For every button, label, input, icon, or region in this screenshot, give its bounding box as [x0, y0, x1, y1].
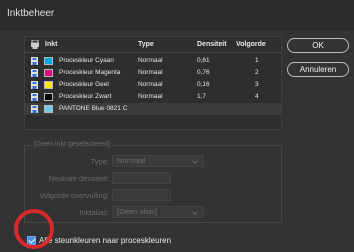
ok-button[interactable]: OK — [287, 38, 349, 53]
ink-row[interactable]: Proceskleur Cyaan Normaal 0,61 1 — [25, 55, 281, 67]
density-label: Neutrale densiteit: — [48, 174, 109, 183]
type-label: Type: — [90, 157, 109, 166]
column-ink[interactable]: Inkt — [45, 41, 57, 48]
window-title: Inktbeheer — [7, 8, 55, 19]
highlight-circle — [14, 209, 54, 249]
type-value: Normaal — [117, 156, 146, 165]
column-density[interactable]: Densiteit — [197, 41, 227, 48]
printer-icon[interactable] — [31, 93, 38, 101]
ink-type: Normaal — [138, 93, 163, 100]
printer-icon[interactable] — [31, 81, 38, 89]
printer-icon[interactable] — [31, 57, 38, 65]
trap-order-field[interactable] — [112, 189, 171, 201]
ink-order: 2 — [255, 69, 259, 76]
ink-list[interactable]: Inkt Type Densiteit Volgorde Proceskleur… — [24, 36, 282, 130]
ink-swatch — [44, 93, 53, 101]
alias-select[interactable]: [Geen alias] — [112, 206, 204, 218]
ink-density: 0,16 — [197, 81, 210, 88]
ink-name: Proceskleur Geel — [59, 81, 109, 88]
column-order[interactable]: Volgorde — [236, 41, 266, 48]
ink-type: Normaal — [138, 57, 163, 64]
ink-swatch — [44, 105, 53, 113]
chevron-down-icon — [192, 158, 198, 164]
printer-icon[interactable] — [31, 105, 38, 113]
ink-swatch — [44, 69, 53, 77]
printer-header-icon — [31, 40, 39, 49]
ink-list-header: Inkt Type Densiteit Volgorde — [25, 37, 281, 53]
ink-order: 3 — [255, 81, 259, 88]
alias-value: [Geen alias] — [117, 207, 158, 216]
ink-name: Proceskleur Cyaan — [59, 57, 114, 64]
cancel-button[interactable]: Annuleren — [287, 62, 349, 77]
ink-name: Proceskleur Zwart — [59, 93, 112, 100]
ink-swatch — [44, 81, 53, 89]
ink-name: Proceskleur Magenta — [59, 69, 121, 76]
ink-swatch — [44, 57, 53, 65]
ink-row[interactable]: PANTONE Blue 0821 C — [25, 103, 281, 115]
title-bar: Inktbeheer — [0, 0, 354, 30]
ink-type: Normaal — [138, 81, 163, 88]
group-title: [Geen inkt geselecteerd] — [32, 141, 112, 148]
type-select[interactable]: Normaal — [112, 155, 204, 167]
ink-density: 0,61 — [197, 57, 210, 64]
ink-density: 1,7 — [197, 93, 207, 100]
trap-order-label: Volgorde overvulling: — [39, 191, 109, 200]
column-type[interactable]: Type — [138, 41, 154, 48]
ink-row[interactable]: Proceskleur Magenta Normaal 0,76 2 — [25, 67, 281, 79]
chevron-down-icon — [192, 209, 198, 215]
ink-row[interactable]: Proceskleur Geel Normaal 0,16 3 — [25, 79, 281, 91]
density-field[interactable] — [112, 172, 171, 184]
ink-type: Normaal — [138, 69, 163, 76]
ink-density: 0,76 — [197, 69, 210, 76]
all-spot-to-process-label[interactable]: Alle steunkleuren naar proceskleuren — [39, 236, 171, 245]
ink-row[interactable]: Proceskleur Zwart Normaal 1,7 4 — [25, 91, 281, 103]
ink-order: 1 — [255, 57, 259, 64]
ink-name: PANTONE Blue 0821 C — [59, 105, 128, 112]
printer-icon[interactable] — [31, 69, 38, 77]
ink-order: 4 — [255, 93, 259, 100]
